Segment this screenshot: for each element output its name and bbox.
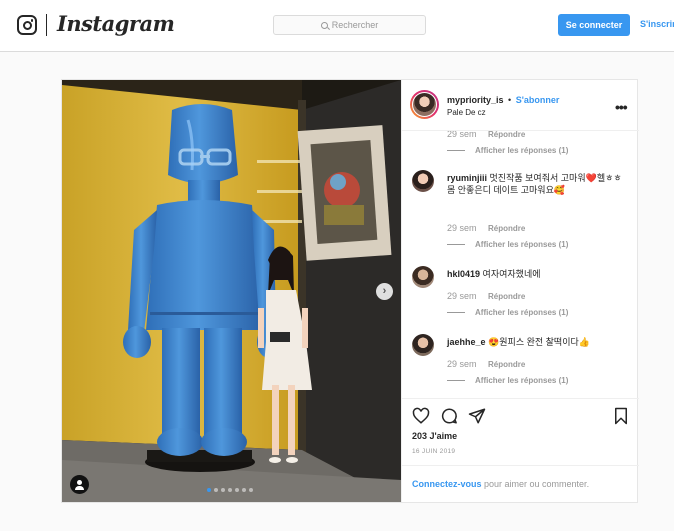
post-date[interactable]: 16 JUIN 2019	[412, 448, 455, 455]
instagram-wordmark[interactable]: Instagram	[57, 11, 175, 36]
carousel-dot	[221, 488, 225, 492]
comment-body: jaehhe_e 😍원피스 완전 찰떡이다👍	[447, 336, 627, 348]
login-link[interactable]: Connectez-vous	[412, 479, 482, 489]
bookmark-icon[interactable]	[612, 407, 630, 425]
carousel-dots	[207, 488, 253, 492]
comment-time[interactable]: 29 sem	[447, 359, 477, 369]
reply-button[interactable]: Répondre	[488, 292, 525, 301]
post-photo[interactable]: ›	[62, 80, 401, 502]
comment-meta: 29 sem Répondre	[447, 359, 525, 369]
comment-text: 😍원피스 완전 찰떡이다👍	[488, 337, 590, 347]
follow-button[interactable]: S'abonner	[516, 95, 560, 105]
share-icon[interactable]	[468, 407, 486, 425]
search-placeholder: Rechercher	[331, 20, 379, 30]
author-username[interactable]: mypriority_is	[447, 95, 504, 105]
author-avatar[interactable]	[410, 90, 439, 119]
comment-time[interactable]: 29 sem	[447, 223, 477, 233]
comment-meta: 29 sem Répondre	[447, 291, 525, 301]
carousel-dot	[207, 488, 211, 492]
author-separator: •	[508, 95, 512, 105]
post-header: mypriority_is • S'abonner Pale De cz •••	[402, 80, 639, 131]
replies-line	[447, 380, 465, 381]
comment-time[interactable]: 29 sem	[447, 131, 477, 139]
comment-icon[interactable]	[440, 407, 458, 425]
search-icon	[320, 21, 328, 29]
carousel-dot	[228, 488, 232, 492]
comment-text: 여자여자했네에	[482, 269, 541, 279]
commenter-avatar[interactable]	[412, 266, 434, 288]
comment-meta: 29 sem Répondre	[447, 131, 525, 139]
view-replies-label: Afficher les réponses (1)	[475, 308, 569, 317]
carousel-dot	[214, 488, 218, 492]
comment-meta: 29 sem Répondre	[447, 223, 525, 233]
comment-username[interactable]: jaehhe_e	[447, 337, 486, 347]
more-options-icon[interactable]: •••	[615, 100, 628, 114]
comment-username[interactable]: ryuminjiii	[447, 173, 487, 183]
replies-line	[447, 312, 465, 313]
top-navigation: Instagram Rechercher Se connecter S'insc…	[0, 0, 674, 52]
heart-icon[interactable]	[412, 407, 430, 425]
photo-illustration	[62, 80, 401, 502]
post-actions: 203 J'aime 16 JUIN 2019 Connectez-vous p…	[402, 398, 639, 502]
commenter-avatar[interactable]	[412, 334, 434, 356]
reply-button[interactable]: Répondre	[488, 360, 525, 369]
login-prompt: Connectez-vous pour aimer ou commenter.	[402, 465, 639, 503]
user-tag-icon[interactable]	[70, 475, 89, 494]
carousel-dot	[242, 488, 246, 492]
commenter-avatar[interactable]	[412, 170, 434, 192]
view-replies-button[interactable]: Afficher les réponses (1)	[447, 376, 568, 385]
next-arrow-icon[interactable]: ›	[376, 283, 393, 300]
post-card: › mypriority_is • S'abonner Pale De cz •…	[61, 79, 639, 503]
view-replies-button[interactable]: Afficher les réponses (1)	[447, 240, 568, 249]
login-button[interactable]: Se connecter	[558, 14, 630, 36]
comments-list: 29 sem Répondre Afficher les réponses (1…	[402, 131, 639, 398]
comment-body: ryuminjiii 멋진작품 보여줘서 고마워❤️헬ㅎㅎ 몸 안좋은디 데이트…	[447, 172, 627, 196]
comment-time[interactable]: 29 sem	[447, 291, 477, 301]
likes-count[interactable]: 203 J'aime	[412, 431, 457, 441]
replies-line	[447, 150, 465, 151]
comment-username[interactable]: hkl0419	[447, 269, 480, 279]
view-replies-label: Afficher les réponses (1)	[475, 240, 569, 249]
instagram-glyph-icon[interactable]	[17, 15, 37, 35]
reply-button[interactable]: Répondre	[488, 131, 525, 139]
search-input[interactable]: Rechercher	[273, 15, 426, 35]
comment-body: hkl0419 여자여자했네에	[447, 268, 627, 280]
logo-divider	[46, 14, 47, 36]
login-prompt-text: pour aimer ou commenter.	[481, 479, 590, 489]
author-line: mypriority_is • S'abonner	[447, 95, 559, 105]
view-replies-button[interactable]: Afficher les réponses (1)	[447, 146, 568, 155]
post-side-panel: mypriority_is • S'abonner Pale De cz •••…	[401, 80, 639, 502]
post-location[interactable]: Pale De cz	[447, 108, 486, 117]
reply-button[interactable]: Répondre	[488, 224, 525, 233]
author-avatar-image	[412, 92, 437, 117]
signup-link[interactable]: S'inscrire	[640, 19, 674, 29]
view-replies-button[interactable]: Afficher les réponses (1)	[447, 308, 568, 317]
view-replies-label: Afficher les réponses (1)	[475, 146, 569, 155]
carousel-dot	[235, 488, 239, 492]
replies-line	[447, 244, 465, 245]
view-replies-label: Afficher les réponses (1)	[475, 376, 569, 385]
carousel-dot	[249, 488, 253, 492]
